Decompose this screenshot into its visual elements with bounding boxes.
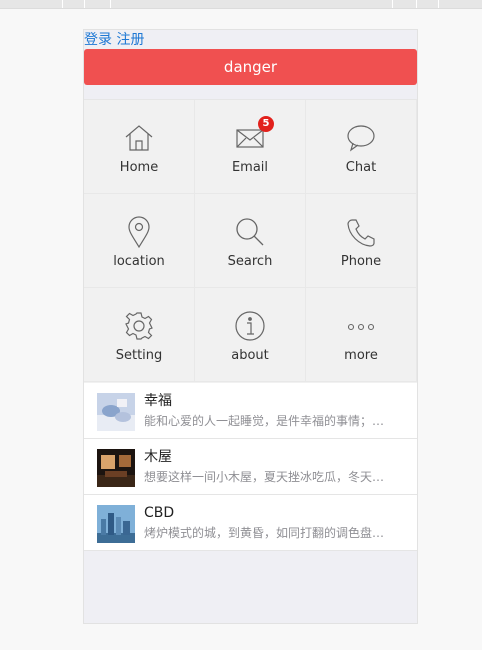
login-link[interactable]: 登录 [84,32,112,48]
grid-item-setting[interactable]: Setting [84,288,195,382]
phone-icon [347,219,375,247]
grid-item-label: Home [119,160,159,175]
grid-item-about[interactable]: about [195,288,306,382]
location-icon [128,216,150,248]
ruler-tick [62,0,63,8]
grid-item-label: location [113,254,165,269]
list-item-desc: 能和心爱的人一起睡觉，是件幸福的事情；可是，打呼噜怎么办？ [144,414,394,428]
grid-item-label: Phone [340,254,382,269]
search-icon [236,218,264,246]
list-item-title: CBD [144,505,175,521]
grid-item-search[interactable]: Search [195,194,306,288]
grid-item-email[interactable]: 5 Email [195,100,306,194]
grid-item-label: about [231,348,269,363]
top-ruler-bar [0,0,482,9]
list-item-thumbnail [97,449,135,487]
grid-item-label: Email [231,160,269,175]
list-item-desc: 想要这样一间小木屋，夏天挫冰吃瓜，冬天围炉取暖。 [144,470,394,484]
list-item-title: 木屋 [144,449,172,465]
list-item[interactable]: 木屋 想要这样一间小木屋，夏天挫冰吃瓜，冬天围炉取暖。 [84,439,417,495]
grid-item-label: Search [227,254,273,269]
grid-item-phone[interactable]: Phone [306,194,417,288]
register-link[interactable]: 注册 [116,32,144,48]
ruler-tick [438,0,439,8]
list-item-desc: 烤炉模式的城，到黄昏，如同打翻的调色盘一般。 [144,526,394,540]
info-icon [235,311,265,341]
ruler-tick [84,0,85,8]
email-badge: 5 [258,116,274,132]
grid-item-more[interactable]: more [306,288,417,382]
list-item-thumbnail [97,393,135,431]
ruler-tick [392,0,393,8]
list-item[interactable]: CBD 烤炉模式的城，到黄昏，如同打翻的调色盘一般。 [84,495,417,551]
grid-item-home[interactable]: Home [84,100,195,194]
phone-frame: 登录 注册 danger Home 5 Email Chat location … [83,29,418,624]
more-icon [347,323,375,331]
list-item-thumbnail [97,505,135,543]
ruler-tick [110,0,111,8]
grid-item-chat[interactable]: Chat [306,100,417,194]
list-item-title: 幸福 [144,393,172,409]
ruler-tick [416,0,417,8]
grid-item-label: more [344,348,378,363]
home-icon [125,125,153,151]
chat-icon [347,125,375,152]
auth-links: 登录 注册 [84,31,144,49]
gear-icon [125,312,153,340]
danger-button[interactable]: danger [84,49,417,85]
icon-grid: Home 5 Email Chat location Search Phone … [84,99,417,384]
grid-item-label: Chat [345,160,377,175]
grid-item-location[interactable]: location [84,194,195,288]
grid-item-label: Setting [115,348,163,363]
list-item[interactable]: 幸福 能和心爱的人一起睡觉，是件幸福的事情；可是，打呼噜怎么办？ [84,383,417,439]
media-list: 幸福 能和心爱的人一起睡觉，是件幸福的事情；可是，打呼噜怎么办？ 木屋 想要这样… [84,383,417,551]
